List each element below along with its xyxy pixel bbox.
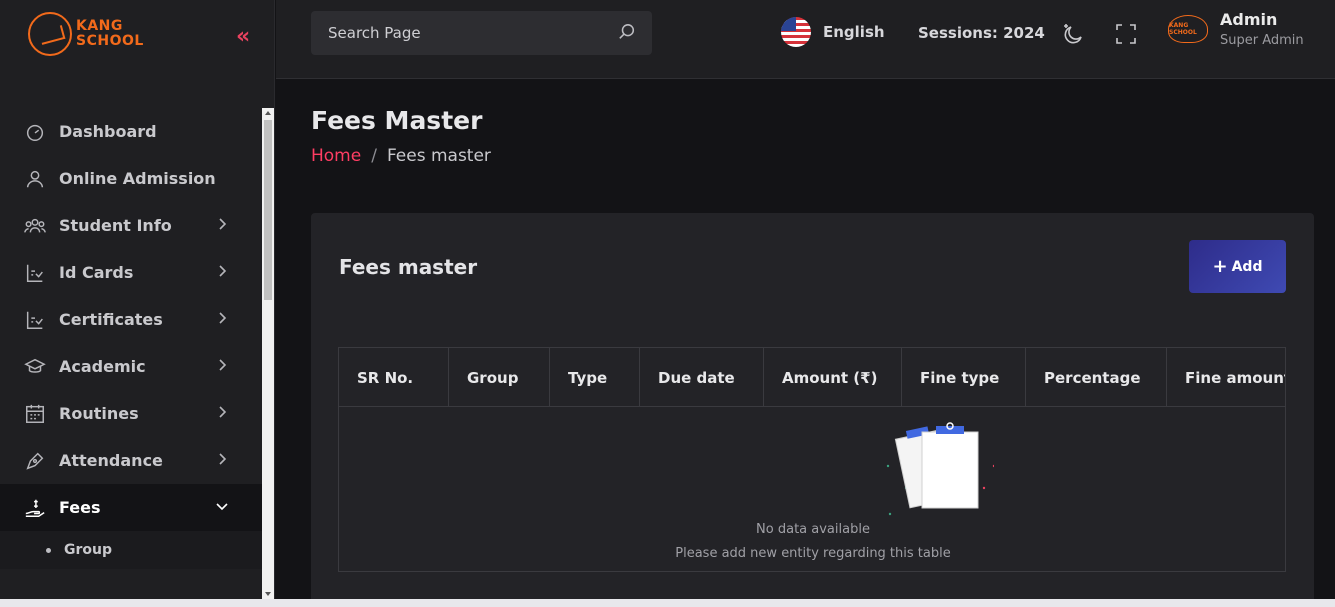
- column-header[interactable]: Fine amount (: [1167, 348, 1285, 407]
- chevron-right-icon: [219, 312, 227, 324]
- sidebar-item-academic[interactable]: Academic: [0, 343, 262, 390]
- sidebar-item-id-cards[interactable]: Id Cards: [0, 249, 262, 296]
- certificate-icon: [26, 311, 43, 329]
- sidebar-item-certificates[interactable]: Certificates: [0, 296, 262, 343]
- column-header[interactable]: Type: [550, 348, 640, 407]
- sidebar-item-online-admission[interactable]: Online Admission: [0, 155, 262, 202]
- fees-hand-icon: [25, 499, 45, 517]
- top-header: English Sessions: 2024 KANG SCHOOL Admin…: [276, 0, 1335, 79]
- column-header[interactable]: Percentage: [1026, 348, 1167, 407]
- breadcrumb-separator: /: [371, 146, 377, 166]
- fullscreen-icon[interactable]: [1114, 22, 1138, 46]
- brand-line1: KANG: [76, 18, 123, 34]
- sidebar-item-dashboard[interactable]: Dashboard: [0, 108, 262, 155]
- user-profile[interactable]: KANG SCHOOL Admin Super Admin: [1168, 10, 1304, 48]
- card-title: Fees master: [339, 255, 478, 279]
- add-button-label: Add: [1231, 258, 1263, 275]
- pen-icon: [26, 452, 44, 470]
- user-name: Admin: [1220, 10, 1278, 29]
- profile-logo: KANG SCHOOL: [1168, 15, 1208, 43]
- user-icon: [26, 170, 44, 187]
- collapse-sidebar-icon[interactable]: «: [236, 24, 250, 49]
- bullet-dot: [46, 547, 51, 553]
- sidebar-item-label: Certificates: [59, 310, 163, 329]
- session-selector[interactable]: Sessions: 2024: [918, 24, 1045, 42]
- dashboard-icon: [26, 124, 44, 141]
- breadcrumb-current: Fees master: [386, 146, 491, 166]
- search-icon[interactable]: [618, 23, 636, 41]
- fees-master-card: Fees master + Add SR No. Group Type Due …: [311, 213, 1314, 607]
- empty-message: No data available: [756, 522, 870, 537]
- scrollbar-thumb[interactable]: [264, 120, 272, 300]
- sidebar-nav: Dashboard Online Admission Student Info …: [0, 108, 262, 569]
- os-taskbar: [0, 599, 1335, 607]
- column-header[interactable]: SR No.: [339, 348, 449, 407]
- breadcrumb-home-link[interactable]: Home: [311, 146, 361, 166]
- sidebar-item-label: Academic: [59, 357, 146, 376]
- chevron-right-icon: [219, 359, 227, 371]
- sidebar-item-student-info[interactable]: Student Info: [0, 202, 262, 249]
- sidebar-item-routines[interactable]: Routines: [0, 390, 262, 437]
- users-icon: [24, 218, 46, 232]
- scroll-up-icon[interactable]: [265, 111, 271, 115]
- empty-subtext: Please add new entity regarding this tab…: [675, 546, 951, 561]
- sidebar-item-label: Fees: [59, 498, 101, 517]
- kangaroo-logo-icon: [28, 12, 72, 56]
- brand-line2: SCHOOL: [76, 33, 144, 49]
- sidebar-subitem-group[interactable]: Group: [0, 531, 262, 569]
- calendar-icon: [26, 404, 44, 423]
- id-card-icon: [26, 264, 43, 282]
- language-label: English: [823, 23, 885, 41]
- page-title: Fees Master: [311, 106, 483, 135]
- table-header: SR No. Group Type Due date Amount (₹) Fi…: [339, 348, 1285, 407]
- chevron-right-icon: [219, 406, 227, 418]
- search-input[interactable]: [311, 11, 611, 55]
- sidebar-item-label: Student Info: [59, 216, 172, 235]
- empty-state: No data available Please add new entity …: [339, 408, 1285, 571]
- chevron-right-icon: [219, 453, 227, 465]
- sidebar-item-label: Online Admission: [59, 169, 216, 188]
- us-flag-icon: [781, 17, 811, 47]
- sidebar-item-label: Dashboard: [59, 122, 157, 141]
- sidebar-item-label: Id Cards: [59, 263, 134, 282]
- plus-icon: +: [1212, 255, 1228, 277]
- brand-logo[interactable]: KANG SCHOOL: [28, 12, 144, 56]
- column-header[interactable]: Group: [449, 348, 550, 407]
- user-role: Super Admin: [1220, 33, 1304, 48]
- sidebar-item-label: Routines: [59, 404, 139, 423]
- chevron-down-icon: [216, 503, 228, 511]
- sidebar-item-fees[interactable]: Fees: [0, 484, 262, 531]
- empty-clipboard-icon: [886, 422, 994, 516]
- sidebar: KANG SCHOOL « Dashboard Online Admission…: [0, 0, 275, 599]
- column-header[interactable]: Fine type: [902, 348, 1026, 407]
- chevron-right-icon: [219, 218, 227, 230]
- dark-mode-icon[interactable]: [1061, 22, 1085, 46]
- sidebar-item-attendance[interactable]: Attendance: [0, 437, 262, 484]
- fees-table: SR No. Group Type Due date Amount (₹) Fi…: [338, 347, 1286, 572]
- sidebar-subitem-label: Group: [64, 542, 113, 558]
- app-root: KANG SCHOOL « Dashboard Online Admission…: [0, 0, 1335, 607]
- language-selector[interactable]: English: [781, 17, 885, 47]
- search-box: [311, 11, 652, 55]
- sidebar-scrollbar[interactable]: [262, 108, 274, 599]
- chevron-right-icon: [219, 265, 227, 277]
- column-header[interactable]: Due date: [640, 348, 764, 407]
- scroll-down-icon[interactable]: [265, 592, 271, 596]
- breadcrumb: Home / Fees master: [311, 146, 491, 166]
- column-header[interactable]: Amount (₹): [764, 348, 902, 407]
- add-button[interactable]: + Add: [1189, 240, 1286, 293]
- graduation-cap-icon: [24, 358, 46, 373]
- sidebar-item-label: Attendance: [59, 451, 163, 470]
